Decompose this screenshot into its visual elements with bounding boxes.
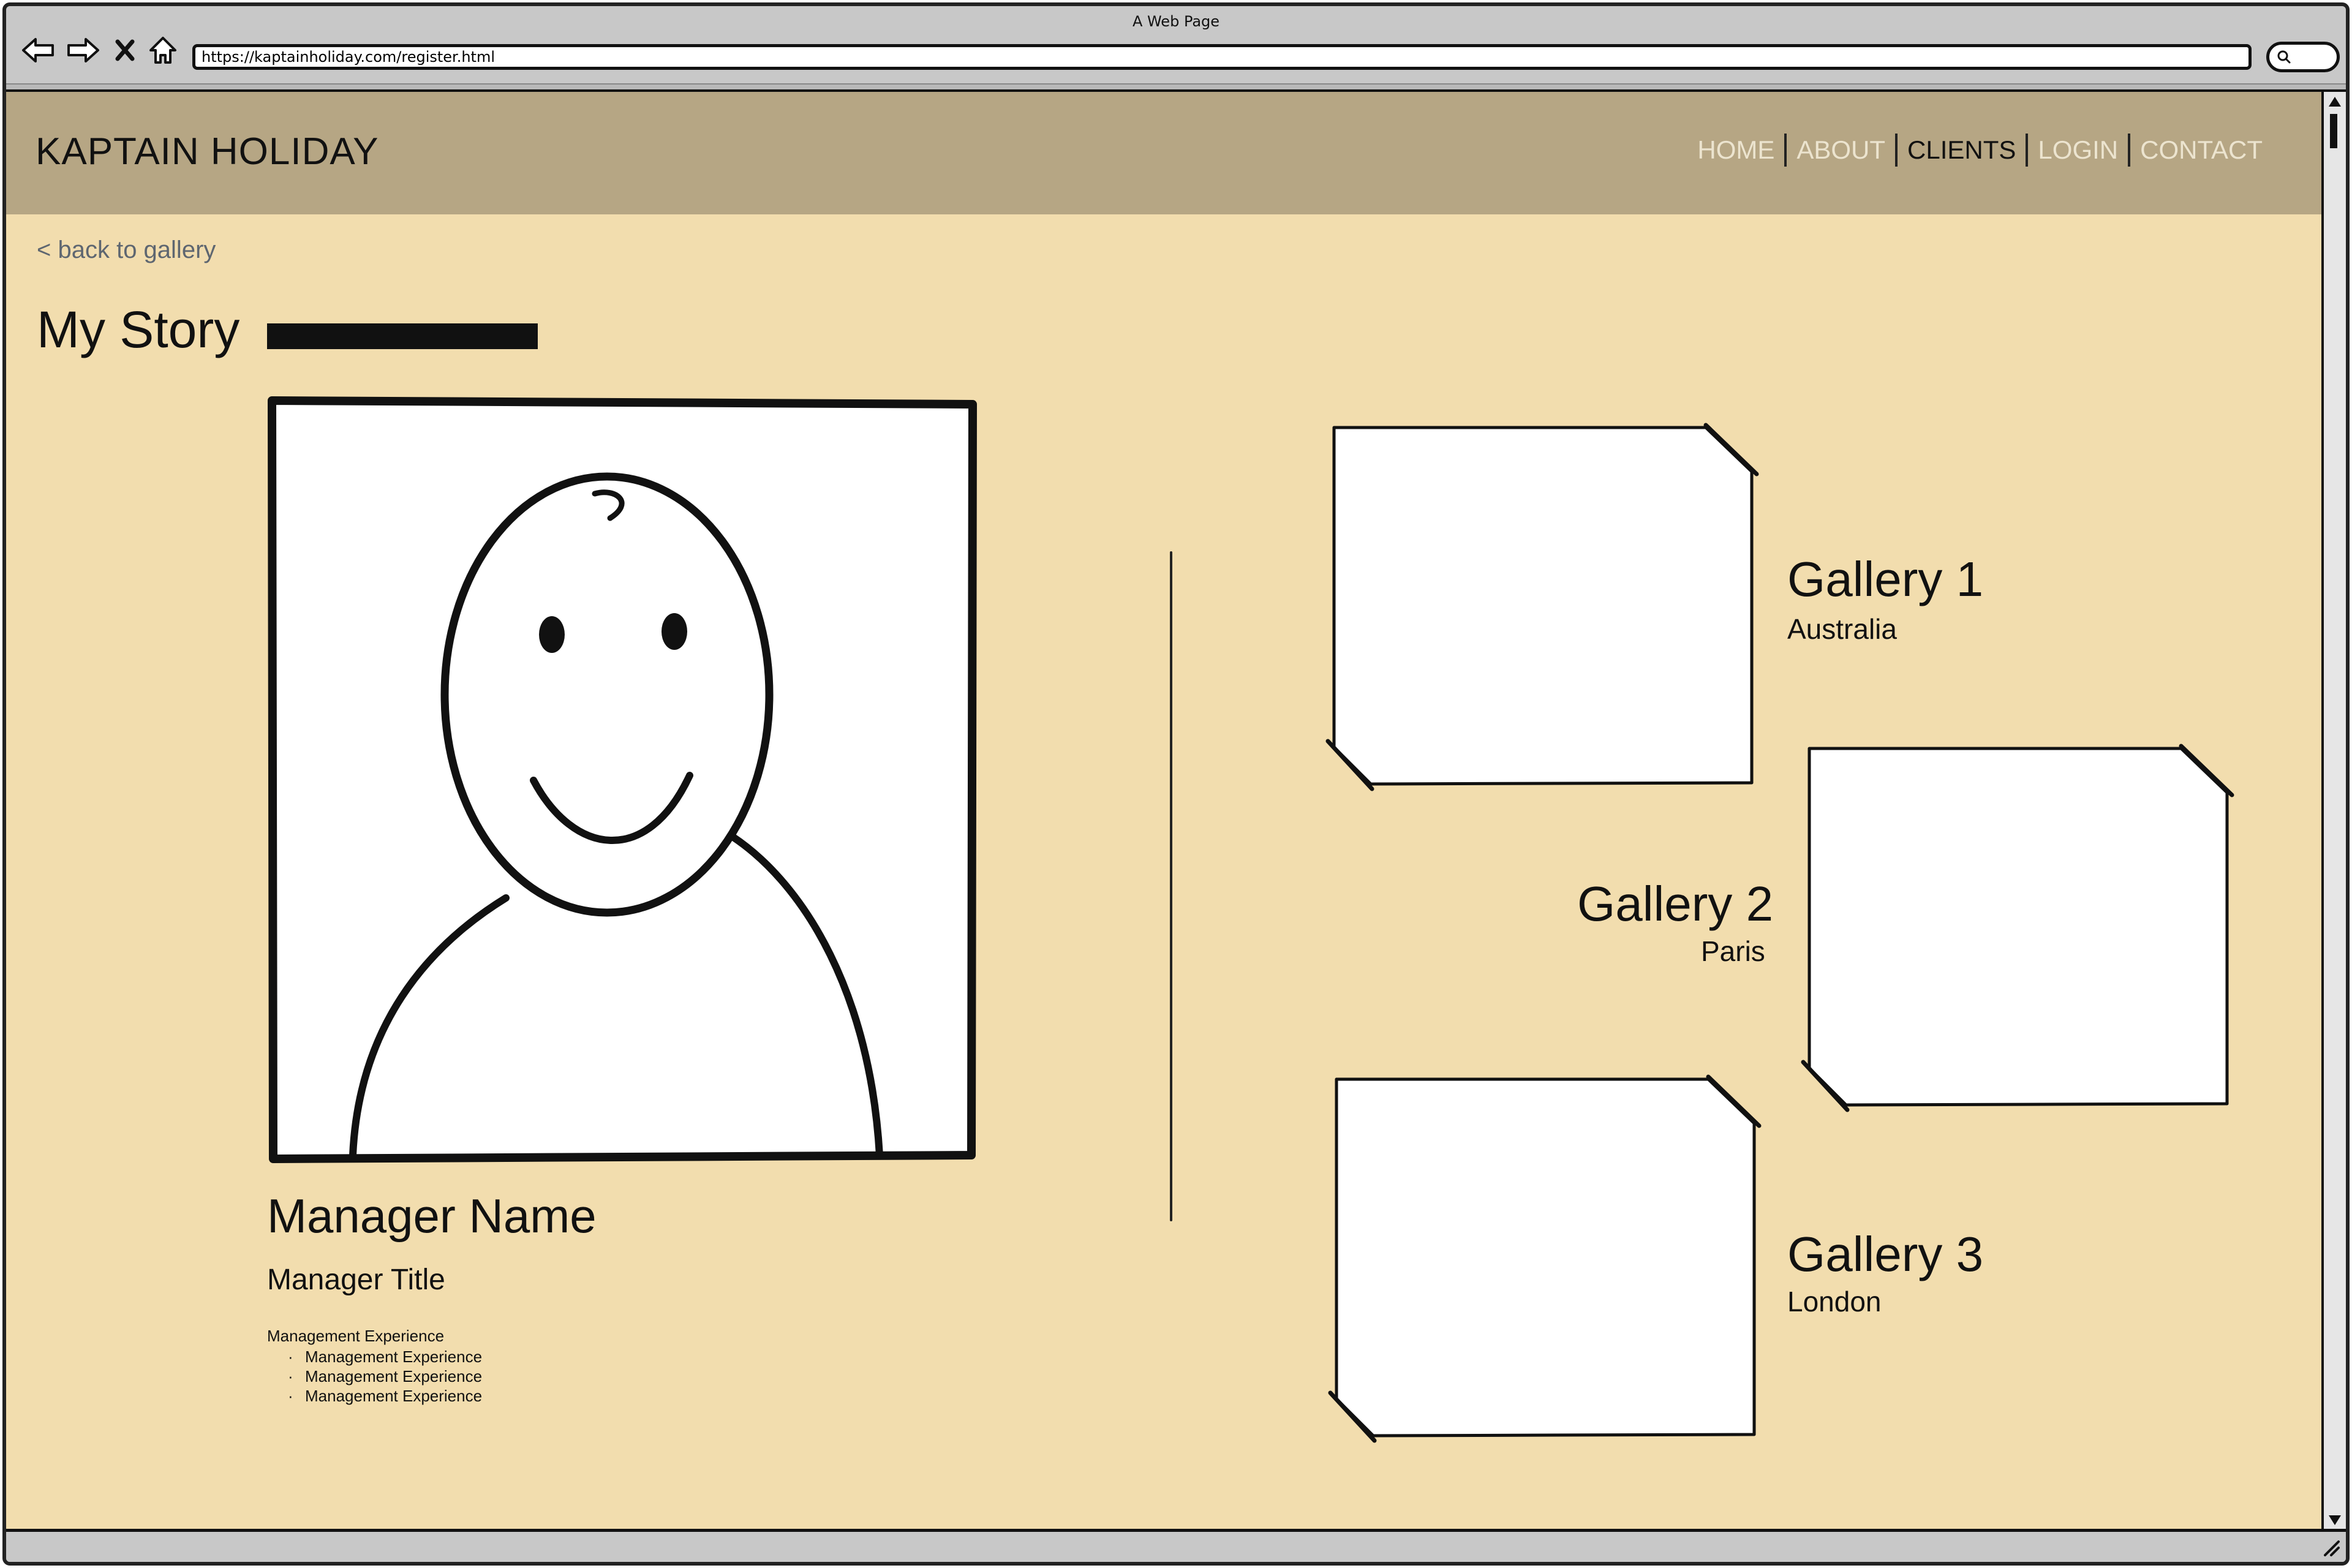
experience-heading: Management Experience [267, 1327, 445, 1345]
page-title: My Story [37, 301, 240, 358]
site-logo[interactable]: KAPTAIN HOLIDAY [36, 130, 379, 173]
scroll-up-icon[interactable] [2324, 92, 2346, 110]
window-title: A Web Page [1132, 13, 1220, 30]
status-bar [6, 1529, 2346, 1562]
gallery-3-image[interactable] [1325, 1074, 1766, 1448]
chrome-divider [6, 83, 2346, 92]
nav-contact[interactable]: CONTACT [2130, 135, 2272, 165]
gallery-2-location: Paris [1701, 935, 1765, 967]
resize-grip-icon[interactable] [2320, 1537, 2341, 1558]
back-arrow-icon[interactable] [20, 33, 56, 67]
site-header: KAPTAIN HOLIDAY HOME ABOUT CLIENTS LOGIN… [6, 92, 2329, 214]
manager-title: Manager Title [267, 1264, 445, 1296]
gallery-3-title[interactable]: Gallery 3 [1787, 1226, 1983, 1283]
experience-item: Management Experience [267, 1387, 482, 1406]
browser-window: A Web Page https://kaptainholiday.com/re… [2, 2, 2350, 1566]
gallery-1-location: Australia [1787, 613, 1897, 645]
nav-clients[interactable]: CLIENTS [1898, 135, 2026, 165]
experience-item: Management Experience [267, 1367, 482, 1387]
browser-search[interactable] [2266, 42, 2340, 72]
search-icon [2277, 50, 2291, 64]
forward-arrow-icon[interactable] [65, 33, 102, 67]
redacted-bar [267, 323, 538, 349]
stop-icon[interactable] [111, 33, 138, 67]
back-to-gallery-link[interactable]: < back to gallery [37, 236, 216, 264]
experience-list: Management Experience Management Experie… [267, 1348, 482, 1406]
scroll-thumb[interactable] [2330, 114, 2337, 148]
nav-login[interactable]: LOGIN [2028, 135, 2128, 165]
main-nav: HOME ABOUT CLIENTS LOGIN CONTACT [1687, 134, 2272, 167]
nav-home[interactable]: HOME [1687, 135, 1784, 165]
address-bar[interactable]: https://kaptainholiday.com/register.html [192, 44, 2252, 70]
home-icon[interactable] [145, 33, 181, 67]
vertical-divider [1170, 551, 1172, 1221]
nav-about[interactable]: ABOUT [1787, 135, 1895, 165]
manager-portrait [268, 396, 977, 1163]
gallery-1-image[interactable] [1323, 423, 1764, 796]
gallery-2-image[interactable] [1798, 744, 2239, 1117]
experience-item: Management Experience [267, 1348, 482, 1367]
page-viewport: KAPTAIN HOLIDAY HOME ABOUT CLIENTS LOGIN… [6, 92, 2329, 1534]
manager-name: Manager Name [267, 1189, 597, 1243]
vertical-scrollbar[interactable] [2321, 92, 2346, 1534]
scroll-down-icon[interactable] [2324, 1512, 2346, 1530]
gallery-3-location: London [1787, 1286, 1882, 1317]
gallery-2-title[interactable]: Gallery 2 [1577, 876, 1773, 932]
gallery-1-title[interactable]: Gallery 1 [1787, 551, 1983, 608]
